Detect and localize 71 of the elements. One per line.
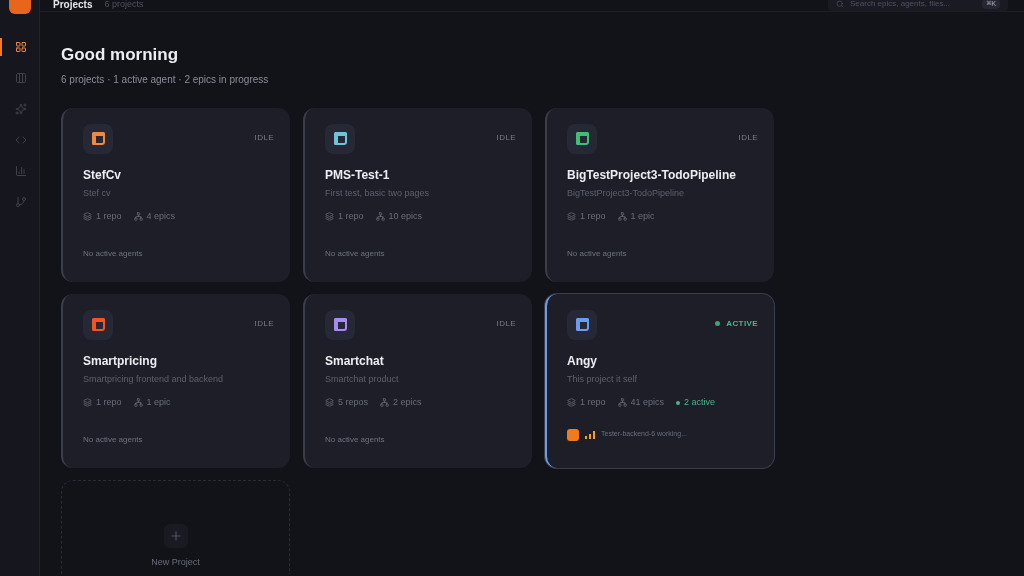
- agents-note: No active agents: [83, 433, 144, 446]
- project-name: Smartpricing: [83, 352, 158, 370]
- project-description: This project it self: [567, 372, 639, 386]
- shortcut-key: ⌘K: [982, 0, 1000, 9]
- epic-count: 1 epic: [146, 396, 171, 409]
- layers-icon: [83, 212, 92, 222]
- epics-icon: [380, 398, 390, 408]
- agent-avatar: [567, 428, 579, 441]
- status-label: IDLE: [496, 317, 516, 330]
- project-description: BigTestProject3-TodoPipeline: [567, 186, 686, 200]
- summary: 6 projects · 1 active agent · 2 epics in progress: [61, 72, 270, 87]
- project-description: Smartchat product: [325, 372, 400, 386]
- status-label: ACTIVE: [726, 317, 758, 330]
- project-name: PMS-Test-1: [325, 166, 391, 184]
- epic-count: 41 epics: [630, 396, 665, 409]
- layers-icon: [83, 398, 92, 408]
- repo-count: 1 repo: [96, 396, 122, 409]
- epic-count: 4 epics: [146, 210, 176, 223]
- agents-note: No active agents: [567, 247, 628, 260]
- bar-chart-icon: [14, 165, 27, 177]
- project-count: 6 projects: [104, 0, 144, 11]
- agents-note: No active agents: [83, 247, 144, 260]
- epic-count: 10 epics: [388, 210, 423, 223]
- status-label: IDLE: [738, 131, 758, 144]
- project-description: First test, basic two pages: [325, 186, 431, 200]
- project-description: Smartpricing frontend and backend: [83, 372, 225, 386]
- search-icon: [836, 0, 844, 8]
- epic-count: 2 epics: [393, 396, 422, 409]
- status-label: IDLE: [254, 131, 274, 144]
- columns-icon: [14, 72, 27, 84]
- project-name: Smartchat: [325, 352, 385, 370]
- active-count: 2 active: [684, 396, 716, 409]
- layers-icon: [325, 212, 334, 222]
- repo-count: 1 repo: [338, 210, 364, 223]
- sparkles-icon: [14, 103, 27, 115]
- project-card[interactable]: IDLE BigTestProject3-TodoPipeline BigTestProject3-TodoPipeline 1 repo 1 epic No active agents: [545, 107, 774, 282]
- grid-icon: [14, 41, 27, 53]
- new-project-card[interactable]: New Project: [61, 479, 290, 574]
- project-card[interactable]: IDLE PMS-Test-1 First test, basic two pages 1 repo 10 epics No active agents: [303, 107, 532, 282]
- epics-icon: [375, 212, 385, 222]
- new-project-label: New Project: [151, 556, 200, 569]
- epics-icon: [133, 398, 143, 408]
- project-card[interactable]: IDLE StefCv Stef cv 1 repo 4 epics No active agents: [61, 107, 290, 282]
- page-title: Projects: [53, 0, 93, 12]
- epic-count: 1 epic: [630, 210, 655, 223]
- status-label: IDLE: [496, 131, 516, 144]
- layers-icon: [567, 398, 576, 408]
- app-logo[interactable]: [8, 0, 31, 14]
- epics-icon: [133, 212, 143, 222]
- project-description: Stef cv: [83, 186, 112, 200]
- signal-bars-icon: [585, 430, 595, 439]
- agents-note: No active agents: [325, 247, 386, 260]
- project-name: Angy: [567, 352, 598, 370]
- repo-count: 5 repos: [338, 396, 369, 409]
- layers-icon: [567, 212, 576, 222]
- status-label: IDLE: [254, 317, 274, 330]
- project-name: BigTestProject3-TodoPipeline: [567, 166, 737, 184]
- plus-icon: [168, 529, 183, 543]
- repo-count: 1 repo: [580, 210, 606, 223]
- epics-icon: [617, 398, 627, 408]
- project-card[interactable]: IDLE Smartpricing Smartpricing frontend and backend 1 repo 1 epic No active agents: [61, 293, 290, 468]
- branch-icon: [14, 196, 27, 208]
- project-card[interactable]: IDLE Smartchat Smartchat product 5 repos 2 epics No active agents: [303, 293, 532, 468]
- greeting: Good morning: [61, 44, 180, 66]
- project-name: StefCv: [83, 166, 122, 184]
- repo-count: 1 repo: [96, 210, 122, 223]
- code-icon: [14, 134, 27, 146]
- layers-icon: [325, 398, 334, 408]
- repo-count: 1 repo: [580, 396, 606, 409]
- epics-icon: [617, 212, 627, 222]
- agents-note: No active agents: [325, 433, 386, 446]
